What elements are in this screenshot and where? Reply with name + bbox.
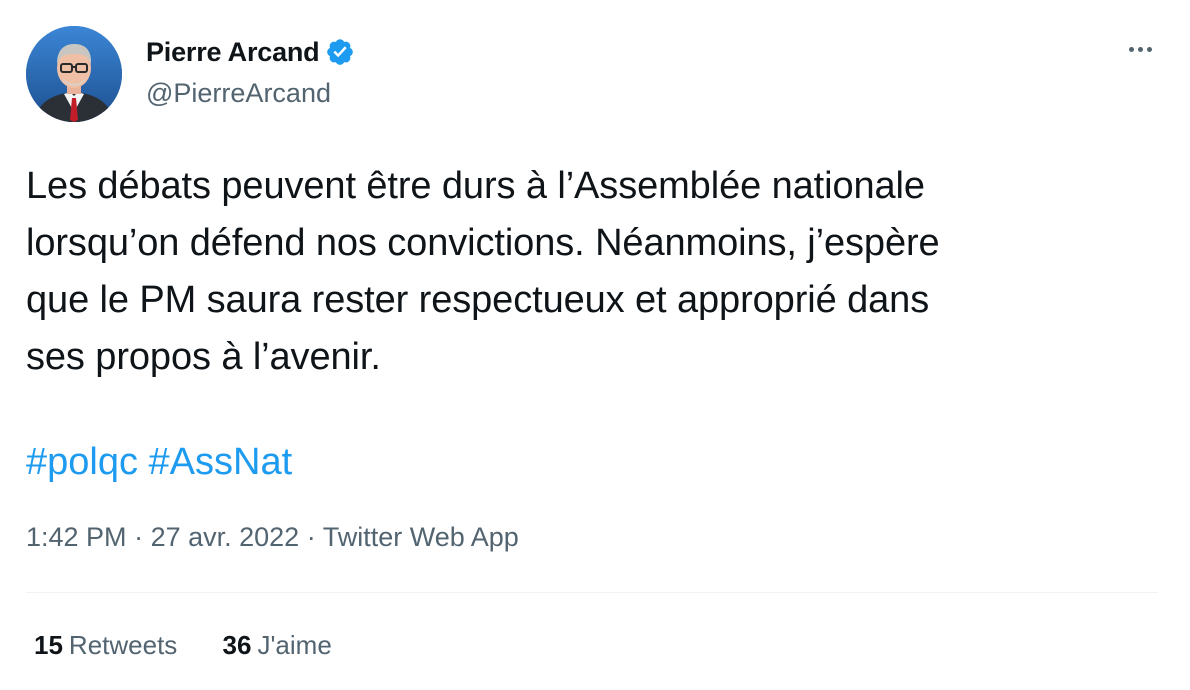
tweet-stats: 15 Retweets 36 J'aime (34, 630, 370, 661)
more-dot (1146, 46, 1152, 52)
divider (26, 592, 1158, 593)
tweet-text-line: Les débats peuvent être durs à l’Assembl… (26, 165, 925, 207)
retweets-stat[interactable]: 15 Retweets (34, 630, 177, 661)
more-options-icon[interactable] (1120, 34, 1160, 64)
user-info: Pierre Arcand @PierreArcand (146, 34, 355, 109)
hashtags: #polqc #AssNat (26, 434, 292, 491)
more-dot (1128, 46, 1134, 52)
tweet-time[interactable]: 1:42 PM (26, 522, 127, 552)
tweet-text-line: lorsqu’on défend nos convictions. Néanmo… (26, 222, 940, 264)
avatar-portrait-icon (26, 26, 122, 122)
tweet-card: Pierre Arcand @PierreArcand Les débats p… (0, 0, 1190, 690)
hashtag-link-polqc[interactable]: #polqc (26, 441, 138, 483)
likes-stat[interactable]: 36 J'aime (223, 630, 332, 661)
tweet-text-line: que le PM saura rester respectueux et ap… (26, 279, 930, 321)
tweet-text: Les débats peuvent être durs à l’Assembl… (26, 158, 1166, 386)
meta-separator: · (299, 522, 323, 552)
more-dot (1137, 46, 1143, 52)
likes-count: 36 (222, 630, 252, 660)
retweets-label: Retweets (68, 630, 178, 660)
avatar[interactable] (26, 26, 122, 122)
meta-separator: · (126, 522, 151, 552)
display-name[interactable]: Pierre Arcand (146, 37, 320, 68)
tweet-date[interactable]: 27 avr. 2022 (151, 522, 300, 552)
tweet-text-line: ses propos à l’avenir. (26, 336, 381, 378)
tweet-header: Pierre Arcand @PierreArcand (24, 26, 1164, 122)
retweets-count: 15 (34, 630, 63, 660)
hashtag-link-assnat[interactable]: #AssNat (149, 441, 293, 483)
tweet-source[interactable]: Twitter Web App (323, 522, 519, 552)
likes-label: J'aime (257, 630, 332, 660)
verified-badge-icon (325, 37, 355, 67)
user-handle[interactable]: @PierreArcand (146, 78, 355, 109)
name-row: Pierre Arcand (146, 34, 355, 70)
tweet-meta: 1:42 PM · 27 avr. 2022 · Twitter Web App (26, 522, 519, 553)
